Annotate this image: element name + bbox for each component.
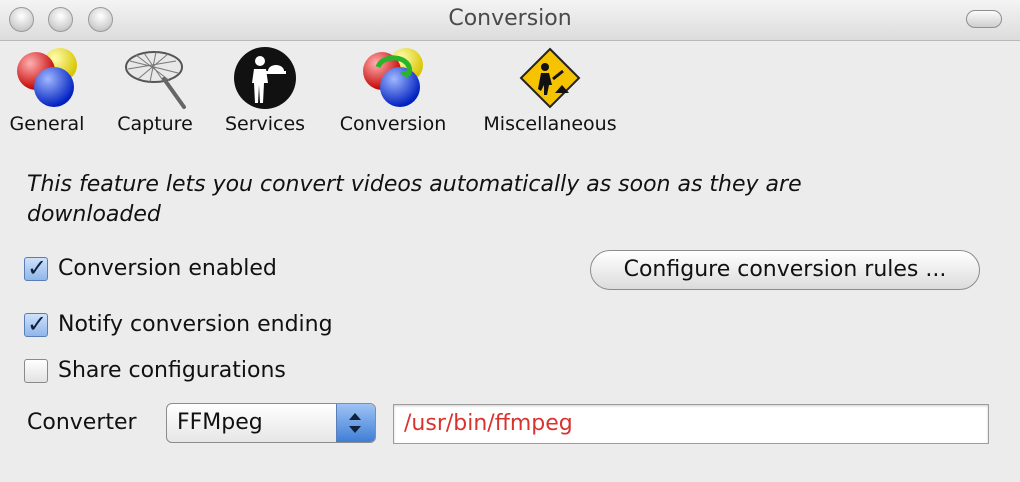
tab-general-label: General [9,113,85,135]
conversion-enabled-checkbox[interactable]: ✓ [24,254,48,282]
updown-arrows-icon [336,404,375,442]
tab-capture-label: Capture [117,113,193,135]
toolbar-toggle-button[interactable] [966,10,1002,28]
tab-general[interactable]: General [6,45,88,135]
notify-conversion-ending-row[interactable]: ✓ Notify conversion ending [24,310,333,338]
tab-miscellaneous[interactable]: Miscellaneous [476,45,624,135]
tab-miscellaneous-label: Miscellaneous [483,113,617,135]
converter-label: Converter [27,410,137,435]
tab-capture[interactable]: Capture [113,45,197,135]
window-title: Conversion [448,6,572,31]
share-configurations-label: Share configurations [58,358,286,383]
conversion-balls-icon [363,48,423,107]
converter-path-field[interactable]: /usr/bin/ffmpeg [393,404,989,444]
configure-conversion-rules-button[interactable]: Configure conversion rules ... [590,250,980,290]
waiter-icon [234,47,296,109]
notify-conversion-ending-label: Notify conversion ending [58,312,333,337]
converter-select[interactable]: FFMpeg [166,403,376,443]
checkmark-icon: ✓ [27,253,48,282]
title-bar: Conversion [0,0,1020,41]
notify-conversion-ending-checkbox[interactable]: ✓ [24,310,48,338]
balls-icon [17,48,77,107]
tab-services-label: Services [224,113,306,135]
share-configurations-row[interactable]: Share configurations [24,358,286,383]
preferences-toolbar: General Capture Services Conversion Misc… [0,41,1020,141]
conversion-enabled-label: Conversion enabled [58,256,277,281]
tab-conversion-label: Conversion [339,113,447,135]
share-configurations-checkbox[interactable] [24,358,48,383]
checkmark-icon: ✓ [27,309,48,338]
conversion-enabled-row[interactable]: ✓ Conversion enabled [24,254,277,282]
net-icon [125,51,186,109]
tab-services[interactable]: Services [222,45,308,135]
converter-selected-value: FFMpeg [177,410,263,435]
roadwork-sign-icon [519,47,581,109]
tab-conversion[interactable]: Conversion [334,45,452,135]
preferences-window: Conversion General Capture Services Conv… [0,0,1020,482]
feature-description: This feature lets you convert videos aut… [27,172,802,227]
